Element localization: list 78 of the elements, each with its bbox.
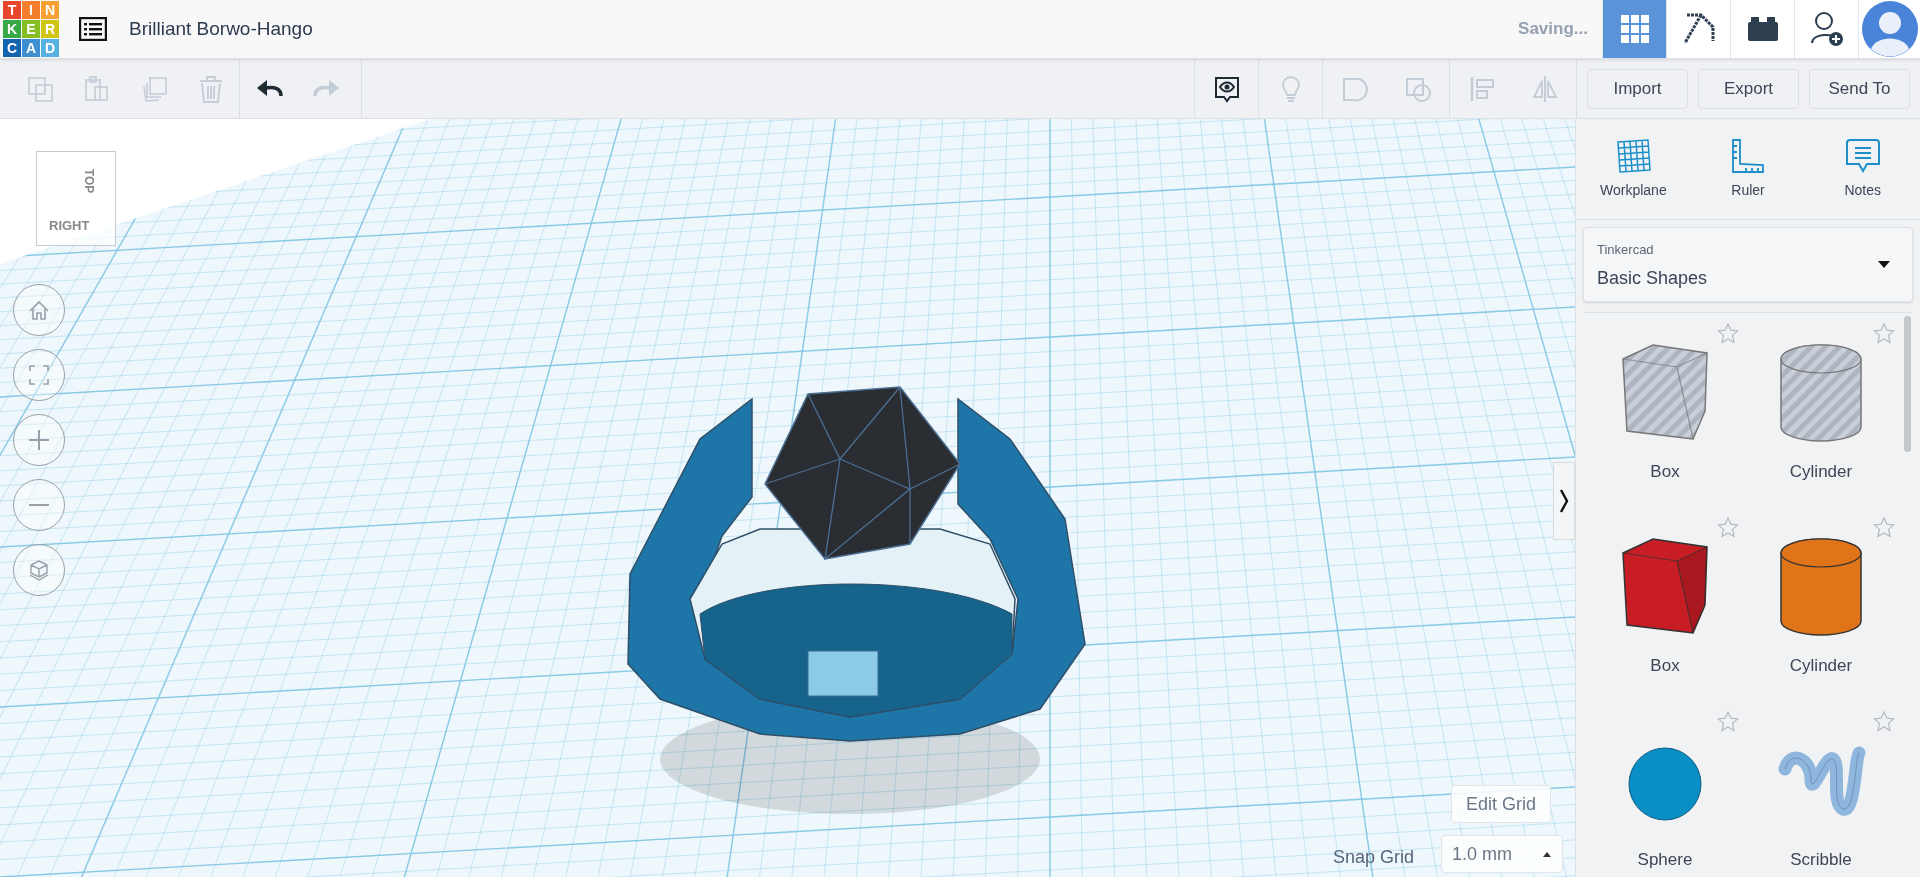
view-cube[interactable]: TOP RIGHT <box>36 151 116 246</box>
view-control-button[interactable] <box>13 544 65 596</box>
logo-letter: K <box>3 20 21 38</box>
collapse-panel-button[interactable] <box>1553 462 1575 540</box>
snap-grid-select[interactable]: 1.0 mm <box>1441 835 1563 873</box>
panel-tool-button[interactable]: Workplane <box>1576 119 1691 219</box>
edit-grid-button[interactable]: Edit Grid <box>1451 785 1552 823</box>
star-icon[interactable] <box>1717 323 1739 344</box>
nav-button[interactable] <box>1794 0 1858 58</box>
workplane-icon <box>1614 137 1653 174</box>
nav-button[interactable] <box>1666 0 1730 58</box>
star-icon[interactable] <box>1873 517 1895 538</box>
shape-tile[interactable]: Box <box>1587 313 1743 507</box>
zoom-out-icon <box>27 503 51 507</box>
home-icon <box>27 298 51 322</box>
copy-icon <box>26 74 55 103</box>
snap-grid-value: 1.0 mm <box>1452 842 1512 866</box>
library-provider-label: Tinkercad <box>1597 241 1655 259</box>
caret-up-icon <box>1542 851 1552 857</box>
star-icon[interactable] <box>1717 711 1739 732</box>
shape-label: Scribble <box>1790 849 1852 871</box>
zoom-in-icon <box>27 428 51 452</box>
saving-status: Saving... <box>1518 18 1588 41</box>
view-control-button[interactable] <box>13 479 65 531</box>
shape-label: Box <box>1650 655 1680 677</box>
chevron-right-icon <box>1559 488 1569 514</box>
scrollbar-thumb[interactable] <box>1904 316 1911 452</box>
star-icon[interactable] <box>1873 323 1895 344</box>
subtract-shapes-icon <box>1403 75 1432 103</box>
grid-view-icon <box>1619 14 1650 44</box>
toolbar-text-button[interactable]: Export <box>1698 68 1799 109</box>
shape-label: Cylinder <box>1789 655 1853 677</box>
cube-icon <box>27 558 51 582</box>
workplane-canvas[interactable]: TOP RIGHT Edit Grid Snap Grid 1.0 mm <box>0 119 1575 877</box>
eye-bubble-icon <box>1212 75 1241 103</box>
shape-tile[interactable]: Sphere <box>1587 701 1743 877</box>
nav-button[interactable] <box>1730 0 1794 58</box>
logo-letter: R <box>41 20 59 38</box>
logo-letter: C <box>3 39 21 57</box>
cube-face-label: TOP <box>81 168 98 194</box>
shape-label: Sphere <box>1637 849 1693 871</box>
shape-tile[interactable]: Box <box>1587 507 1743 701</box>
logo-letter: I <box>22 1 40 19</box>
design-title[interactable]: Brilliant Borwo-Hango <box>129 14 313 44</box>
design-list-icon[interactable] <box>79 17 107 41</box>
logo-letter: E <box>22 20 40 38</box>
view-control-button[interactable] <box>13 284 65 336</box>
logo-letter: A <box>22 39 40 57</box>
panel-tool-button[interactable]: Ruler <box>1690 119 1806 219</box>
avatar-icon <box>1861 1 1918 57</box>
shape-tile[interactable]: Cylinder <box>1743 507 1899 701</box>
fit-view-icon <box>27 363 51 387</box>
view-control-button[interactable] <box>13 414 65 466</box>
toolbar-text-button[interactable]: Send To <box>1809 68 1910 109</box>
note-icon <box>1843 137 1882 174</box>
logo[interactable]: T I N K E R C A D <box>3 1 59 57</box>
view-control-button[interactable] <box>13 349 65 401</box>
group-shapes-icon <box>1340 75 1369 103</box>
shape-label: Box <box>1650 461 1680 483</box>
caret-down-icon <box>1878 261 1890 268</box>
snap-grid-label: Snap Grid <box>1333 846 1415 869</box>
toolbar-text-button[interactable]: Import <box>1587 68 1688 109</box>
logo-letter: T <box>3 1 21 19</box>
logo-letter: D <box>41 39 59 57</box>
star-icon[interactable] <box>1717 517 1739 538</box>
library-value: Basic Shapes <box>1597 266 1708 290</box>
mirror-icon <box>1530 75 1559 103</box>
panel-tool-button[interactable]: Notes <box>1805 119 1920 219</box>
cube-face-label: RIGHT <box>49 217 90 235</box>
brick-icon <box>1747 17 1778 41</box>
shape-label: Cylinder <box>1789 461 1853 483</box>
library-dropdown[interactable]: Tinkercad Basic Shapes <box>1583 227 1913 302</box>
star-icon[interactable] <box>1873 711 1895 732</box>
shape-tile[interactable]: Cylinder <box>1743 313 1899 507</box>
ruler-icon <box>1729 137 1767 174</box>
add-user-icon <box>1809 11 1844 47</box>
shape-tile[interactable]: Scribble <box>1743 701 1899 877</box>
logo-letter: N <box>41 1 59 19</box>
